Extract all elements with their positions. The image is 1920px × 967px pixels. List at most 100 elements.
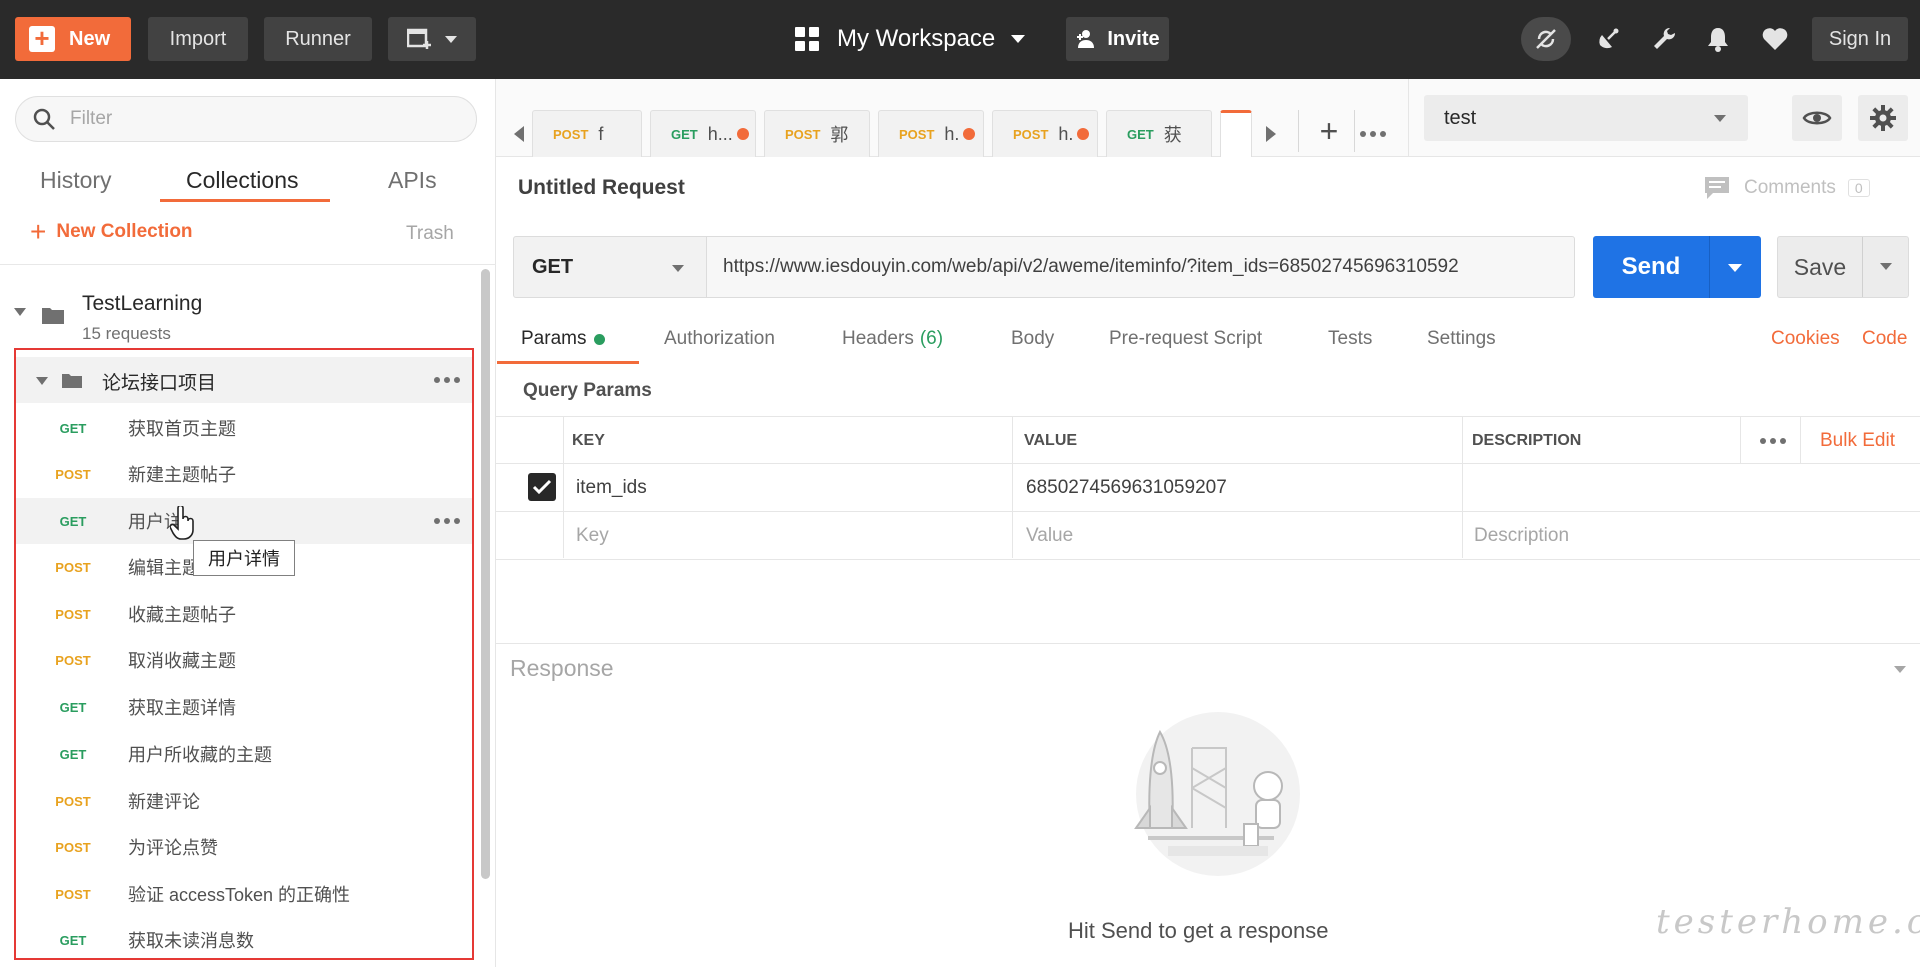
invite-button[interactable]: Invite (1066, 17, 1169, 61)
tab-title: f (598, 123, 604, 144)
active-params-dot (594, 333, 606, 345)
column-key: KEY (572, 432, 605, 449)
method-value: GET (532, 255, 574, 278)
environment-quick-look-button[interactable] (1792, 95, 1842, 141)
request-tab[interactable]: GET h... (650, 110, 756, 157)
save-button[interactable]: Save (1777, 236, 1909, 298)
tab-params-label: Params (521, 328, 587, 349)
tab-title: 获 (1163, 125, 1182, 145)
request-tab[interactable]: POST f (532, 110, 642, 157)
tab-title: h... (707, 123, 733, 144)
hand-cursor-icon (170, 506, 194, 540)
request-tab-active[interactable] (1220, 110, 1252, 157)
code-link[interactable]: Code (1862, 328, 1907, 350)
chevron-down-icon[interactable] (1880, 263, 1892, 270)
active-tab-indicator (160, 199, 330, 202)
tab-history[interactable]: History (40, 167, 112, 194)
heart-button[interactable] (1758, 22, 1792, 56)
manage-environments-button[interactable] (1858, 95, 1908, 141)
divider (0, 264, 496, 265)
unsaved-dot (1077, 128, 1090, 140)
chevron-down-icon[interactable] (1728, 264, 1742, 272)
filter-box[interactable] (15, 96, 477, 142)
request-tab[interactable]: POST 郭 (764, 110, 870, 157)
request-tab[interactable]: GET 获 (1106, 110, 1212, 157)
sync-off-icon (1536, 29, 1556, 49)
column-description: DESCRIPTION (1472, 432, 1582, 449)
top-bar: + New Import Runner My Workspace Invite (0, 0, 1920, 79)
param-description[interactable] (1474, 464, 1914, 512)
collection-testlearning[interactable]: TestLearning 15 requests (14, 284, 474, 344)
tab-params[interactable]: Params (521, 328, 606, 350)
url-input[interactable]: https://www.iesdouyin.com/web/api/v2/awe… (707, 236, 1575, 298)
bell-icon (1708, 28, 1728, 52)
satellite-button[interactable] (1591, 22, 1625, 56)
divider (1298, 110, 1299, 152)
request-title[interactable]: Untitled Request (518, 176, 685, 200)
send-button[interactable]: Send (1593, 236, 1761, 298)
import-button[interactable]: Import (148, 17, 248, 61)
new-window-button[interactable] (388, 17, 476, 61)
tab-body[interactable]: Body (1011, 328, 1054, 350)
tab-pre-request-script[interactable]: Pre-request Script (1109, 328, 1262, 350)
query-params-title: Query Params (523, 380, 652, 401)
tab-headers[interactable]: Headers (6) (842, 328, 943, 350)
trash-link[interactable]: Trash (406, 223, 454, 245)
runner-button[interactable]: Runner (264, 17, 372, 61)
key-placeholder[interactable]: Key (576, 512, 609, 560)
cookies-link[interactable]: Cookies (1771, 328, 1840, 350)
new-button[interactable]: + New (15, 17, 131, 61)
bulk-edit-link[interactable]: Bulk Edit (1820, 417, 1895, 465)
watermark: testerhome.com (1656, 902, 1920, 942)
collapse-response-icon[interactable] (1894, 666, 1906, 673)
table-header-row: KEY VALUE DESCRIPTION Bulk Edit (496, 416, 1920, 464)
param-key[interactable]: item_ids (576, 464, 647, 512)
divider (1354, 110, 1355, 152)
active-tab-indicator (497, 361, 639, 364)
param-value[interactable]: 6850274569631059207 (1026, 464, 1227, 512)
more-tabs-icon[interactable] (1360, 131, 1386, 137)
tab-tests[interactable]: Tests (1328, 328, 1372, 350)
description-placeholder[interactable]: Description (1474, 512, 1569, 560)
sync-off-button[interactable] (1521, 17, 1571, 61)
checkmark-icon (532, 479, 552, 495)
chevron-down-icon (672, 265, 684, 272)
tab-collections[interactable]: Collections (186, 167, 299, 194)
settings-button[interactable] (1647, 22, 1681, 56)
new-tab-button[interactable]: + (1310, 112, 1348, 152)
comments-button[interactable]: Comments 0 (1704, 176, 1870, 200)
chevron-down-icon (1714, 115, 1726, 122)
tab-method: GET (671, 126, 698, 142)
new-collection-button[interactable]: + New Collection (30, 218, 193, 246)
environment-select[interactable]: test (1424, 95, 1748, 141)
new-button-label: New (69, 27, 111, 50)
workspace-label: My Workspace (837, 25, 996, 52)
tab-apis[interactable]: APIs (388, 167, 437, 194)
unsaved-dot (963, 128, 976, 140)
sidebar-scrollbar[interactable] (481, 269, 490, 879)
divider (1862, 237, 1863, 297)
satellite-icon (1599, 28, 1619, 49)
tab-method: POST (785, 126, 821, 142)
request-tab[interactable]: POST h. (992, 110, 1098, 157)
param-enabled-checkbox[interactable] (528, 473, 556, 501)
chevron-down-icon (445, 35, 457, 43)
filter-input[interactable] (70, 108, 450, 130)
request-tab[interactable]: POST h. (878, 110, 984, 157)
url-value: https://www.iesdouyin.com/web/api/v2/awe… (723, 256, 1459, 277)
workspace-switcher[interactable]: My Workspace (795, 17, 1026, 61)
notifications-button[interactable] (1701, 22, 1735, 56)
scroll-right-icon[interactable] (1266, 126, 1276, 142)
grid-icon (795, 27, 819, 51)
value-placeholder[interactable]: Value (1026, 512, 1073, 560)
tab-authorization[interactable]: Authorization (664, 328, 775, 350)
unsaved-dot (736, 128, 749, 140)
more-options-icon[interactable] (1760, 438, 1786, 444)
divider (1462, 416, 1463, 558)
new-window-icon (407, 28, 431, 49)
add-user-icon (1077, 30, 1095, 48)
sign-in-button[interactable]: Sign In (1812, 17, 1908, 61)
method-select[interactable]: GET (513, 236, 707, 298)
tab-settings[interactable]: Settings (1427, 328, 1496, 350)
scroll-left-icon[interactable] (514, 126, 524, 142)
